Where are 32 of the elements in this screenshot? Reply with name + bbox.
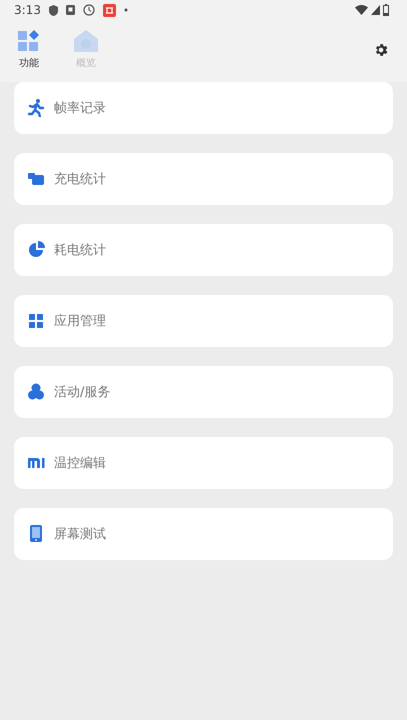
menu-label: 屏幕测试 <box>54 526 106 543</box>
runner-icon <box>28 99 45 117</box>
signal-icon <box>371 5 380 15</box>
tab[interactable]: 功能 <box>18 30 40 70</box>
menu-card[interactable]: 耗电统计 <box>14 224 393 276</box>
menu-label: 充电统计 <box>54 171 106 188</box>
settings-icon[interactable] <box>373 42 389 58</box>
menu-card[interactable]: 充电统计 <box>14 153 393 205</box>
pie-chart-icon <box>28 241 45 259</box>
menu-label: 耗电统计 <box>54 242 106 259</box>
status-time: 3:13 <box>14 3 41 17</box>
sim-icon <box>66 5 75 15</box>
clock-icon <box>82 4 95 16</box>
menu-card[interactable]: 应用管理 <box>14 295 393 347</box>
house-icon <box>74 30 98 52</box>
grid-icon <box>18 30 40 52</box>
circles-icon <box>28 383 45 401</box>
app-notification-icon <box>102 4 116 16</box>
menu-label: 温控编辑 <box>54 455 106 472</box>
phone-icon <box>28 525 45 543</box>
menu-label: 活动/服务 <box>54 384 110 401</box>
battery-icon <box>383 4 389 16</box>
menu-card[interactable]: 活动/服务 <box>14 366 393 418</box>
menu-label: 帧率记录 <box>54 100 106 117</box>
menu-card[interactable]: 帧率记录 <box>14 82 393 134</box>
dot-icon <box>124 8 128 12</box>
menu-card[interactable]: 屏幕测试 <box>14 508 393 560</box>
menu-card[interactable]: 温控编辑 <box>14 437 393 489</box>
shield-icon <box>48 4 58 16</box>
wifi-icon <box>355 5 368 15</box>
grid-icon <box>28 312 45 330</box>
menu-label: 应用管理 <box>54 313 106 330</box>
